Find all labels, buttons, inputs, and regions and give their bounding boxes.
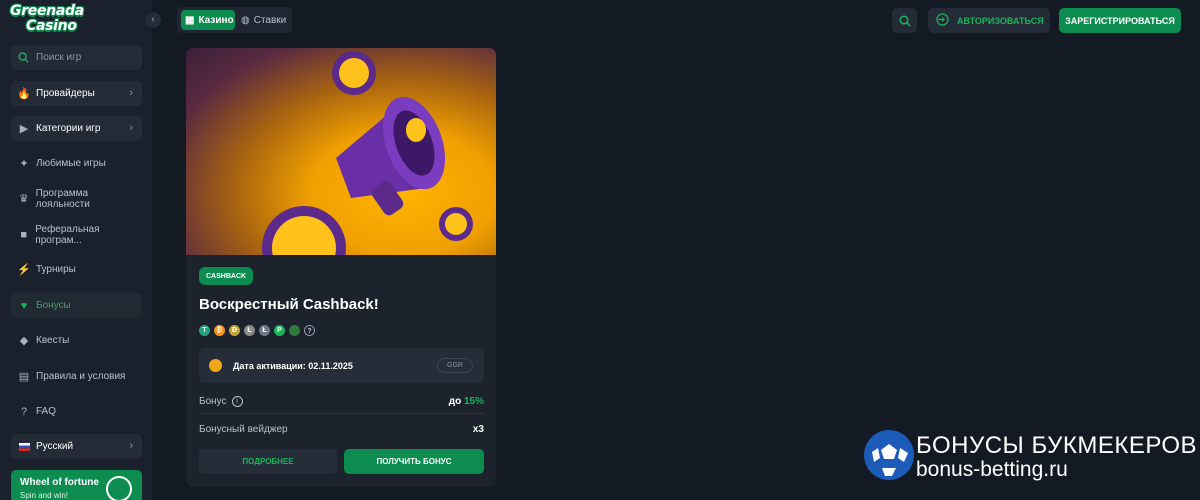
- sidebar: GreenadaCasino 🔥 Провайдеры › ▶ Категори…: [0, 0, 152, 500]
- litecoin-icon: Ł: [244, 325, 255, 336]
- sidebar-item-loyalty[interactable]: ♛ Программа лояльности: [11, 186, 142, 211]
- casino-icon: ▦: [185, 14, 195, 26]
- watermark-title: БОНУСЫ БУКМЕКЕРОВ: [916, 432, 1198, 459]
- diamond-icon: ◆: [19, 335, 29, 347]
- document-icon: ▤: [18, 371, 30, 383]
- activation-date: Дата активации: 02.11.2025: [233, 360, 353, 371]
- wheel-of-fortune-banner[interactable]: Wheel of fortune Spin and win!: [11, 470, 142, 500]
- sidebar-item-favorites[interactable]: ✦ Любимые игры: [11, 151, 142, 176]
- sidebar-item-faq[interactable]: ? FAQ: [11, 399, 142, 424]
- lightning-icon: ⚡: [17, 264, 31, 276]
- mode-tabs: ▦ Казино ◍ Ставки: [177, 7, 292, 33]
- dogecoin-icon: Ð: [229, 325, 240, 336]
- bonus-card: CASHBACK Воскрестный Cashback! T ₿ Ð Ł Ł…: [186, 48, 496, 487]
- login-button[interactable]: АВТОРИЗОВАТЬСЯ: [928, 8, 1050, 33]
- watermark-url: bonus-betting.ru: [916, 458, 1068, 481]
- login-label: АВТОРИЗОВАТЬСЯ: [957, 15, 1044, 26]
- bonus-row: Бонус i до 15%: [199, 390, 484, 414]
- register-button[interactable]: ЗАРЕГИСТРИРОВАТЬСЯ: [1059, 8, 1181, 33]
- info-icon[interactable]: i: [231, 396, 243, 407]
- sidebar-item-bonuses[interactable]: ♥ Бонусы: [11, 293, 142, 318]
- bonus-title: Воскрестный Cashback!: [199, 296, 379, 313]
- crown-icon: ♛: [18, 193, 29, 205]
- bonus-tag: CASHBACK: [199, 267, 254, 285]
- play-icon: ▶: [19, 123, 29, 135]
- soccer-ball-logo: [864, 430, 914, 480]
- search-input[interactable]: [36, 52, 136, 63]
- sidebar-item-referral[interactable]: ■ Реферальная програм...: [11, 222, 142, 247]
- search-icon: [898, 14, 911, 27]
- flame-icon: 🔥: [17, 88, 31, 100]
- search-icon: [18, 52, 29, 63]
- heart-icon: ♥: [20, 299, 28, 312]
- wheel-icon: [106, 476, 132, 500]
- russia-flag-icon: [18, 441, 30, 453]
- bitcoin-icon: ₿: [214, 325, 225, 336]
- chat-icon: ■: [20, 228, 27, 241]
- help-icon: ?: [20, 405, 28, 418]
- p-coin-icon: P: [274, 325, 285, 336]
- wager-row: Бонусный вейджер x3: [199, 417, 484, 441]
- chevron-right-icon: ›: [129, 122, 133, 134]
- sidebar-item-label: Турниры: [36, 264, 76, 275]
- tab-label: Казино: [198, 14, 234, 26]
- sidebar-item-label: FAQ: [36, 406, 57, 417]
- ggr-badge: GGR: [437, 358, 473, 373]
- activation-panel: Дата активации: 02.11.2025 GGR: [199, 348, 484, 383]
- sidebar-item-label: Любимые игры: [36, 158, 106, 169]
- get-bonus-button[interactable]: ПОЛУЧИТЬ БОНУС: [344, 449, 484, 474]
- bonus-value-prefix: до: [448, 396, 462, 407]
- tab-label: Ставки: [253, 14, 287, 26]
- wager-label: Бонусный вейджер: [199, 423, 288, 435]
- currency-list: T ₿ Ð Ł Ł P ?: [199, 325, 319, 336]
- search-box[interactable]: [11, 45, 142, 70]
- details-button[interactable]: ПОДРОБНЕЕ: [199, 449, 337, 474]
- chevron-right-icon: ›: [129, 87, 133, 99]
- sidebar-item-categories[interactable]: ▶ Категории игр ›: [11, 116, 142, 141]
- header-search-button[interactable]: [892, 8, 917, 33]
- wager-value: x3: [472, 423, 484, 435]
- bonus-label: Бонус: [199, 396, 227, 407]
- sidebar-item-tournaments[interactable]: ⚡ Турниры: [11, 257, 142, 282]
- coins-icon: [209, 359, 222, 372]
- promo-banner-image: [186, 48, 496, 290]
- sidebar-item-label: Реферальная програм...: [35, 223, 100, 246]
- logo[interactable]: Greenada Casino: [10, 4, 84, 38]
- sidebar-item-label: Провайдеры: [36, 88, 95, 99]
- ball-icon: ◍: [241, 14, 250, 26]
- sidebar-item-label: Бонусы: [36, 300, 71, 311]
- litecoin-alt-icon: Ł: [259, 325, 270, 336]
- chevron-right-icon: ›: [129, 440, 133, 452]
- language-label: Русский: [36, 441, 74, 452]
- tab-bets[interactable]: ◍ Ставки: [237, 10, 289, 30]
- more-coins-icon[interactable]: ?: [304, 325, 315, 336]
- puzzle-icon: ✦: [19, 158, 29, 170]
- bonus-percent: 15%: [463, 396, 484, 407]
- green-coin-icon: [289, 325, 300, 336]
- sidebar-item-quests[interactable]: ◆ Квесты: [11, 328, 142, 353]
- sidebar-item-providers[interactable]: 🔥 Провайдеры ›: [11, 81, 142, 106]
- language-selector[interactable]: Русский ›: [11, 434, 142, 459]
- sidebar-item-label: Квесты: [36, 335, 70, 346]
- sidebar-item-label: Программа лояльности: [35, 187, 90, 210]
- sidebar-item-rules[interactable]: ▤ Правила и условия: [11, 364, 142, 389]
- logo-line1: Greenada: [10, 3, 84, 19]
- sidebar-item-label: Категории игр: [36, 123, 101, 134]
- bonus-value: до 15%: [449, 396, 484, 407]
- tether-icon: T: [199, 325, 210, 336]
- login-icon: [936, 13, 949, 28]
- sidebar-item-label: Правила и условия: [36, 371, 126, 382]
- tab-casino[interactable]: ▦ Казино: [181, 10, 235, 30]
- chevron-left-icon[interactable]: ‹: [145, 12, 161, 28]
- logo-line2: Casino: [26, 18, 77, 34]
